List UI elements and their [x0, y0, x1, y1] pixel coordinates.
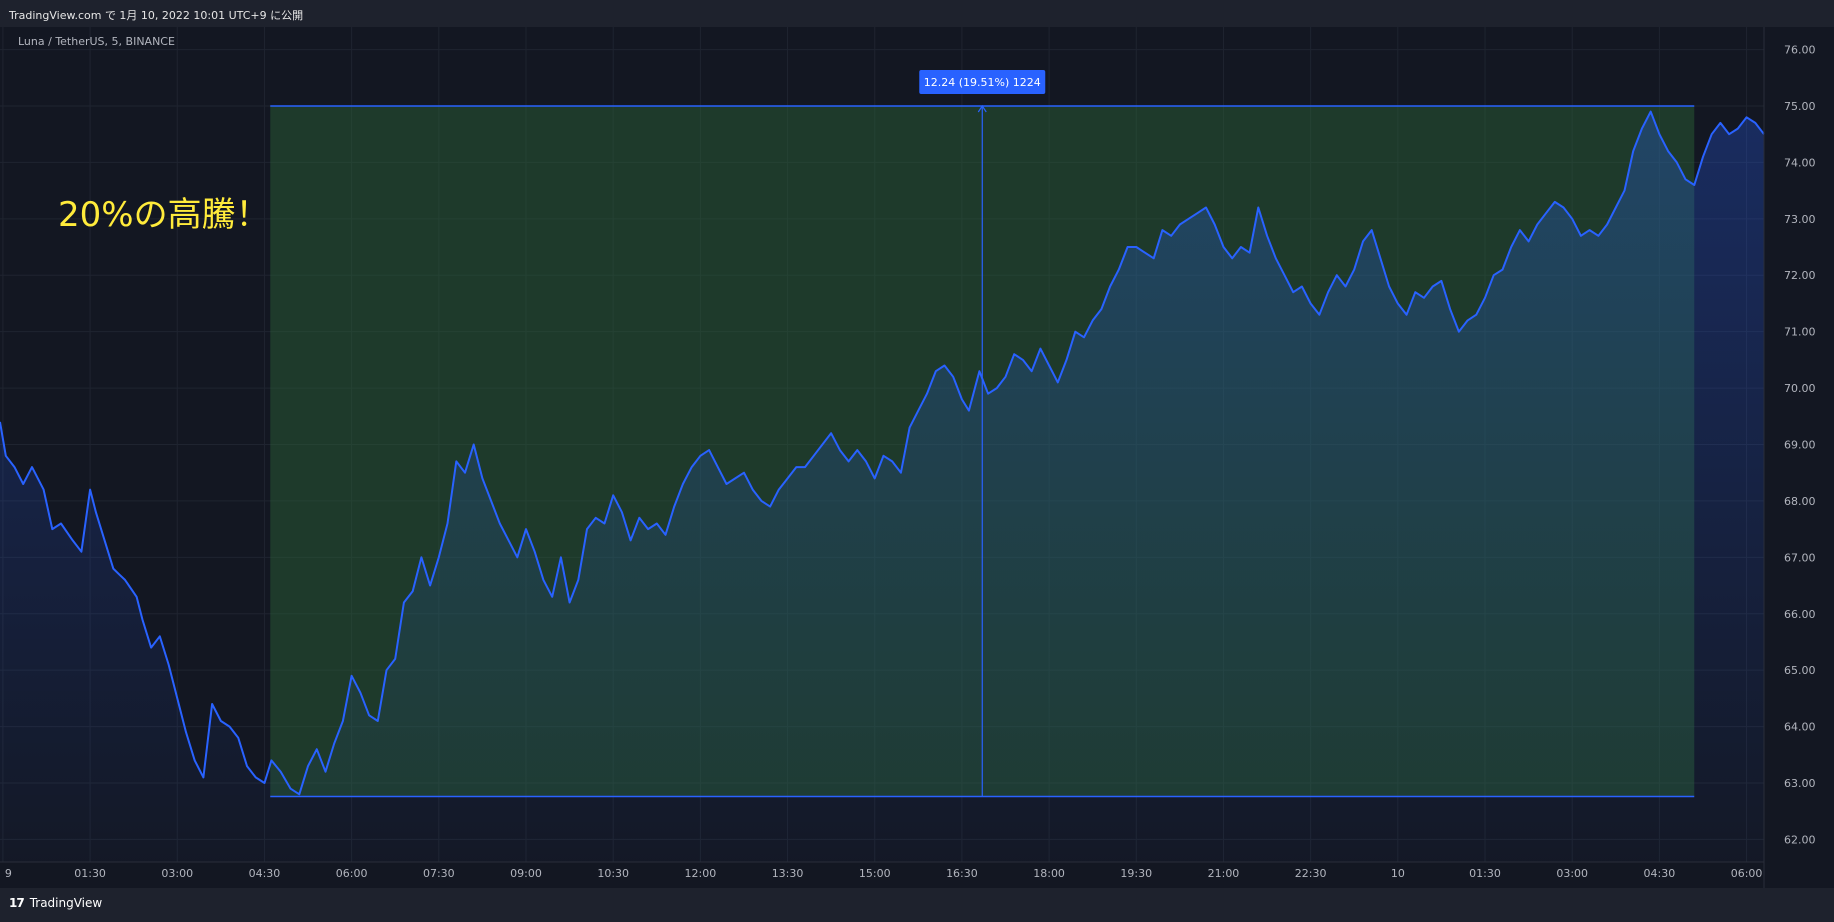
measure-badge-text: 12.24 (19.51%) 1224	[924, 76, 1041, 89]
tradingview-logo-icon: 17	[9, 896, 25, 910]
time-tick-label: 01:30	[74, 867, 106, 880]
chart-area[interactable]: 12.24 (19.51%) 1224 76.00 75.00 74.00 73.00…	[0, 27, 1834, 888]
price-tick-label: 69.00	[1784, 439, 1816, 452]
price-tick-label: 70.00	[1784, 382, 1816, 395]
time-tick-label: 06:00	[1731, 867, 1763, 880]
price-tick-label: 63.00	[1784, 777, 1816, 790]
time-tick-label: 9	[5, 867, 12, 880]
publish-info-text: TradingView.com で 1月 10, 2022 10:01 UTC+…	[9, 9, 304, 22]
footer-bar: 17 TradingView	[0, 888, 1834, 922]
time-axis[interactable]: 9 01:30 03:00 04:30 06:00 07:30 09:00 10:30 12:0…	[5, 867, 1763, 880]
price-chart[interactable]: 12.24 (19.51%) 1224 76.00 75.00 74.00 73.00…	[0, 27, 1834, 888]
time-tick-label: 01:30	[1469, 867, 1501, 880]
price-tick-label: 71.00	[1784, 326, 1816, 339]
price-tick-label: 68.00	[1784, 495, 1816, 508]
symbol-legend: Luna / TetherUS, 5, BINANCE	[18, 35, 175, 48]
time-tick-label: 16:30	[946, 867, 978, 880]
time-tick-label: 03:00	[1556, 867, 1588, 880]
time-tick-label: 10:30	[597, 867, 629, 880]
time-tick-label: 06:00	[336, 867, 368, 880]
time-tick-label: 18:00	[1033, 867, 1065, 880]
time-tick-label: 15:00	[859, 867, 891, 880]
price-tick-label: 62.00	[1784, 833, 1816, 846]
annotation-text[interactable]: 20%の高騰！	[58, 195, 270, 235]
time-tick-label: 12:00	[685, 867, 717, 880]
time-tick-label: 19:30	[1120, 867, 1152, 880]
time-tick-label: 09:00	[510, 867, 542, 880]
price-tick-label: 67.00	[1784, 551, 1816, 564]
price-tick-label: 76.00	[1784, 44, 1816, 57]
time-tick-label: 04:30	[1644, 867, 1676, 880]
publish-header: TradingView.com で 1月 10, 2022 10:01 UTC+…	[0, 0, 1834, 27]
price-tick-label: 65.00	[1784, 664, 1816, 677]
time-tick-label: 13:30	[772, 867, 804, 880]
price-axis[interactable]: 76.00 75.00 74.00 73.00 72.00 71.00 70.00 69.00…	[1784, 44, 1816, 847]
tradingview-brand[interactable]: 17 TradingView	[9, 896, 102, 910]
price-tick-label: 64.00	[1784, 721, 1816, 734]
time-tick-label: 10	[1391, 867, 1405, 880]
time-tick-label: 21:00	[1208, 867, 1240, 880]
time-tick-label: 04:30	[249, 867, 281, 880]
price-tick-label: 66.00	[1784, 608, 1816, 621]
price-tick-label: 73.00	[1784, 213, 1816, 226]
brand-name: TradingView	[29, 896, 103, 910]
time-tick-label: 03:00	[161, 867, 193, 880]
time-tick-label: 22:30	[1295, 867, 1327, 880]
price-tick-label: 74.00	[1784, 156, 1816, 169]
time-tick-label: 07:30	[423, 867, 455, 880]
price-tick-label: 75.00	[1784, 100, 1816, 113]
price-tick-label: 72.00	[1784, 269, 1816, 282]
